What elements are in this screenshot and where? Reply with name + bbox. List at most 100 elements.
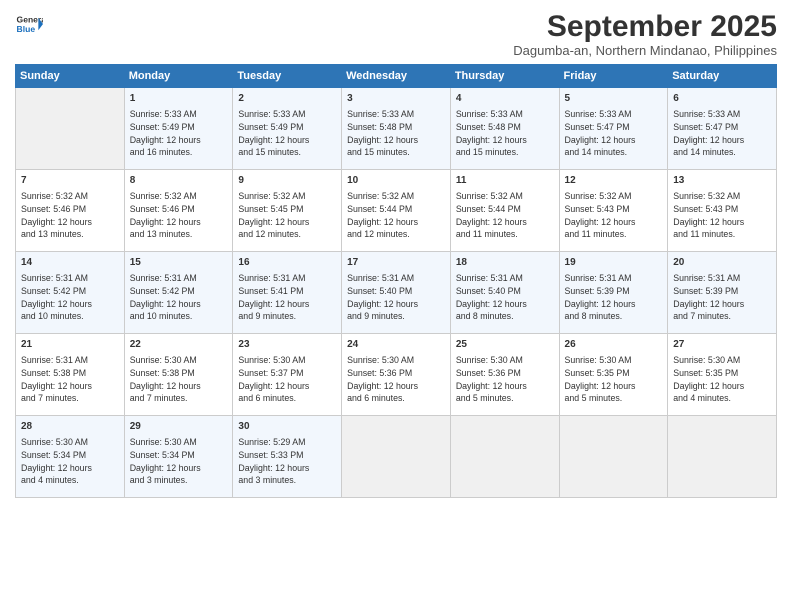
day-info: Sunrise: 5:31 AM Sunset: 5:40 PM Dayligh… — [456, 272, 554, 323]
day-cell: 26 Sunrise: 5:30 AM Sunset: 5:35 PM Dayli… — [559, 334, 668, 416]
title-block: September 2025 Dagumba-an, Northern Mind… — [513, 10, 777, 58]
day-number: 5 — [565, 92, 663, 106]
week-row-5: 28Sunrise: 5:30 AM Sunset: 5:34 PM Dayli… — [16, 416, 777, 498]
day-info: Sunrise: 5:32 AM Sunset: 5:45 PM Dayligh… — [238, 190, 336, 241]
day-number: 15 — [130, 256, 228, 270]
day-info: Sunrise: 5:30 AM Sunset: 5:35 PM Dayligh… — [673, 354, 771, 405]
day-number: 30 — [238, 420, 336, 434]
day-info: Sunrise: 5:33 AM Sunset: 5:48 PM Dayligh… — [347, 108, 445, 159]
day-cell: 7 Sunrise: 5:32 AM Sunset: 5:46 PM Daylig… — [16, 170, 125, 252]
day-cell — [450, 416, 559, 498]
day-info: Sunrise: 5:31 AM Sunset: 5:39 PM Dayligh… — [673, 272, 771, 323]
day-number: 19 — [565, 256, 663, 270]
day-cell: 22 Sunrise: 5:30 AM Sunset: 5:38 PM Dayli… — [124, 334, 233, 416]
day-info: Sunrise: 5:31 AM Sunset: 5:42 PM Dayligh… — [21, 272, 119, 323]
day-info: Sunrise: 5:30 AM Sunset: 5:34 PM Dayligh… — [130, 436, 228, 487]
day-cell — [342, 416, 451, 498]
day-cell: 25Sunrise: 5:30 AM Sunset: 5:36 PM Dayli… — [450, 334, 559, 416]
day-cell: 13Sunrise: 5:32 AM Sunset: 5:43 PM Dayli… — [668, 170, 777, 252]
day-number: 1 — [130, 92, 228, 106]
day-info: Sunrise: 5:32 AM Sunset: 5:43 PM Dayligh… — [673, 190, 771, 241]
day-info: Sunrise: 5:33 AM Sunset: 5:47 PM Dayligh… — [673, 108, 771, 159]
day-info: Sunrise: 5:30 AM Sunset: 5:35 PM Dayligh… — [565, 354, 663, 405]
day-info: Sunrise: 5:32 AM Sunset: 5:44 PM Dayligh… — [347, 190, 445, 241]
header-cell-sunday: Sunday — [16, 65, 125, 88]
day-number: 4 — [456, 92, 554, 106]
day-number: 29 — [130, 420, 228, 434]
day-number: 6 — [673, 92, 771, 106]
day-cell: 15 Sunrise: 5:31 AM Sunset: 5:42 PM Dayli… — [124, 252, 233, 334]
calendar-header-row: SundayMondayTuesdayWednesdayThursdayFrid… — [16, 65, 777, 88]
day-cell: 28Sunrise: 5:30 AM Sunset: 5:34 PM Dayli… — [16, 416, 125, 498]
day-info: Sunrise: 5:33 AM Sunset: 5:47 PM Dayligh… — [565, 108, 663, 159]
day-cell: 1Sunrise: 5:33 AM Sunset: 5:49 PM Daylig… — [124, 88, 233, 170]
day-number: 26 — [565, 338, 663, 352]
day-cell: 4 Sunrise: 5:33 AM Sunset: 5:48 PM Daylig… — [450, 88, 559, 170]
day-cell: 17 Sunrise: 5:31 AM Sunset: 5:40 PM Dayli… — [342, 252, 451, 334]
day-number: 23 — [238, 338, 336, 352]
day-number: 11 — [456, 174, 554, 188]
day-cell — [559, 416, 668, 498]
day-info: Sunrise: 5:30 AM Sunset: 5:38 PM Dayligh… — [130, 354, 228, 405]
day-cell: 5 Sunrise: 5:33 AM Sunset: 5:47 PM Daylig… — [559, 88, 668, 170]
calendar-body: 1Sunrise: 5:33 AM Sunset: 5:49 PM Daylig… — [16, 88, 777, 498]
header-cell-wednesday: Wednesday — [342, 65, 451, 88]
day-number: 10 — [347, 174, 445, 188]
day-cell: 20Sunrise: 5:31 AM Sunset: 5:39 PM Dayli… — [668, 252, 777, 334]
day-info: Sunrise: 5:31 AM Sunset: 5:40 PM Dayligh… — [347, 272, 445, 323]
day-info: Sunrise: 5:30 AM Sunset: 5:37 PM Dayligh… — [238, 354, 336, 405]
week-row-3: 14Sunrise: 5:31 AM Sunset: 5:42 PM Dayli… — [16, 252, 777, 334]
month-title: September 2025 — [513, 10, 777, 43]
week-row-1: 1Sunrise: 5:33 AM Sunset: 5:49 PM Daylig… — [16, 88, 777, 170]
header: General Blue September 2025 Dagumba-an, … — [15, 10, 777, 58]
day-info: Sunrise: 5:33 AM Sunset: 5:48 PM Dayligh… — [456, 108, 554, 159]
day-cell: 23 Sunrise: 5:30 AM Sunset: 5:37 PM Dayli… — [233, 334, 342, 416]
day-info: Sunrise: 5:31 AM Sunset: 5:42 PM Dayligh… — [130, 272, 228, 323]
day-number: 3 — [347, 92, 445, 106]
day-number: 18 — [456, 256, 554, 270]
day-cell: 16 Sunrise: 5:31 AM Sunset: 5:41 PM Dayli… — [233, 252, 342, 334]
day-info: Sunrise: 5:30 AM Sunset: 5:36 PM Dayligh… — [456, 354, 554, 405]
day-info: Sunrise: 5:31 AM Sunset: 5:39 PM Dayligh… — [565, 272, 663, 323]
day-cell: 29 Sunrise: 5:30 AM Sunset: 5:34 PM Dayli… — [124, 416, 233, 498]
location: Dagumba-an, Northern Mindanao, Philippin… — [513, 43, 777, 58]
day-cell: 10 Sunrise: 5:32 AM Sunset: 5:44 PM Dayli… — [342, 170, 451, 252]
day-cell: 11Sunrise: 5:32 AM Sunset: 5:44 PM Dayli… — [450, 170, 559, 252]
day-number: 21 — [21, 338, 119, 352]
day-cell — [16, 88, 125, 170]
day-info: Sunrise: 5:30 AM Sunset: 5:34 PM Dayligh… — [21, 436, 119, 487]
day-cell: 3 Sunrise: 5:33 AM Sunset: 5:48 PM Daylig… — [342, 88, 451, 170]
day-cell: 8Sunrise: 5:32 AM Sunset: 5:46 PM Daylig… — [124, 170, 233, 252]
day-number: 2 — [238, 92, 336, 106]
day-info: Sunrise: 5:30 AM Sunset: 5:36 PM Dayligh… — [347, 354, 445, 405]
day-number: 27 — [673, 338, 771, 352]
day-number: 8 — [130, 174, 228, 188]
day-number: 16 — [238, 256, 336, 270]
header-cell-friday: Friday — [559, 65, 668, 88]
day-cell: 19 Sunrise: 5:31 AM Sunset: 5:39 PM Dayli… — [559, 252, 668, 334]
day-cell: 14Sunrise: 5:31 AM Sunset: 5:42 PM Dayli… — [16, 252, 125, 334]
day-info: Sunrise: 5:32 AM Sunset: 5:46 PM Dayligh… — [21, 190, 119, 241]
day-number: 22 — [130, 338, 228, 352]
week-row-4: 21 Sunrise: 5:31 AM Sunset: 5:38 PM Dayli… — [16, 334, 777, 416]
day-cell — [668, 416, 777, 498]
header-cell-tuesday: Tuesday — [233, 65, 342, 88]
day-cell: 6 Sunrise: 5:33 AM Sunset: 5:47 PM Daylig… — [668, 88, 777, 170]
day-cell: 9Sunrise: 5:32 AM Sunset: 5:45 PM Daylig… — [233, 170, 342, 252]
logo: General Blue — [15, 10, 43, 38]
day-info: Sunrise: 5:32 AM Sunset: 5:43 PM Dayligh… — [565, 190, 663, 241]
week-row-2: 7 Sunrise: 5:32 AM Sunset: 5:46 PM Daylig… — [16, 170, 777, 252]
logo-icon: General Blue — [15, 10, 43, 38]
day-cell: 12 Sunrise: 5:32 AM Sunset: 5:43 PM Dayli… — [559, 170, 668, 252]
day-cell: 24Sunrise: 5:30 AM Sunset: 5:36 PM Dayli… — [342, 334, 451, 416]
day-cell: 18 Sunrise: 5:31 AM Sunset: 5:40 PM Dayli… — [450, 252, 559, 334]
day-info: Sunrise: 5:31 AM Sunset: 5:38 PM Dayligh… — [21, 354, 119, 405]
day-number: 12 — [565, 174, 663, 188]
day-cell: 27 Sunrise: 5:30 AM Sunset: 5:35 PM Dayli… — [668, 334, 777, 416]
day-number: 7 — [21, 174, 119, 188]
day-info: Sunrise: 5:31 AM Sunset: 5:41 PM Dayligh… — [238, 272, 336, 323]
day-info: Sunrise: 5:29 AM Sunset: 5:33 PM Dayligh… — [238, 436, 336, 487]
day-number: 17 — [347, 256, 445, 270]
calendar-table: SundayMondayTuesdayWednesdayThursdayFrid… — [15, 64, 777, 498]
page: General Blue September 2025 Dagumba-an, … — [0, 0, 792, 612]
